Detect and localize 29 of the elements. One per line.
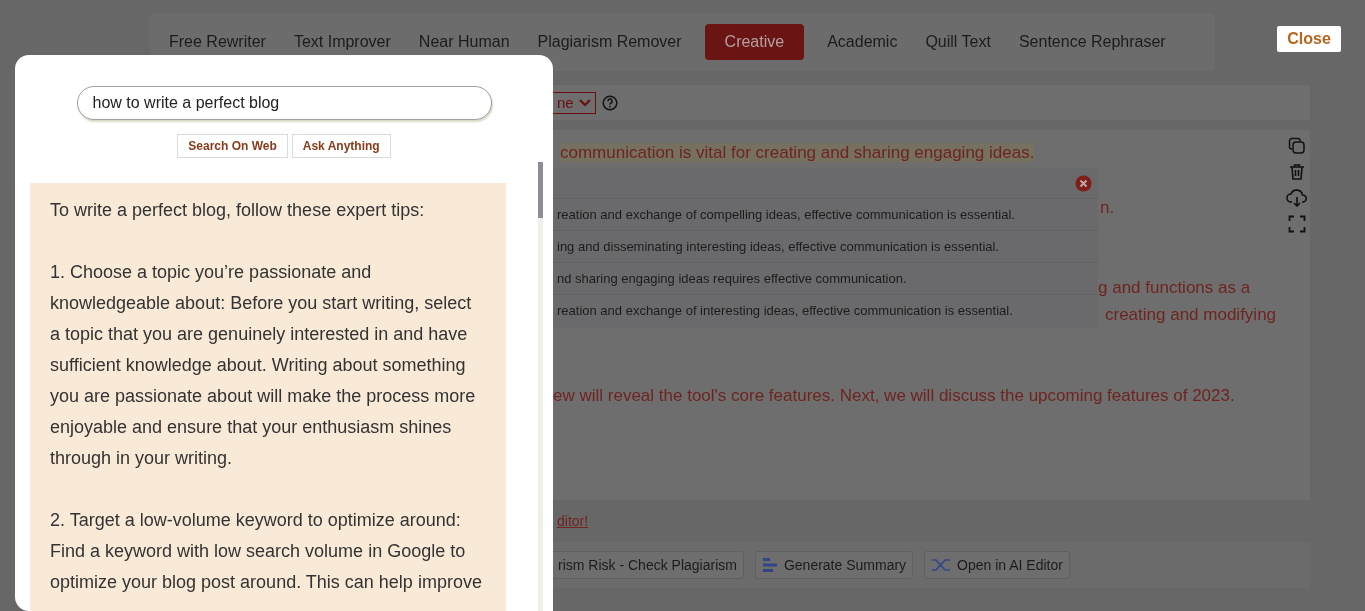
tab[interactable]: Sentence Rephraser bbox=[1007, 24, 1177, 60]
cloud-download-icon[interactable] bbox=[1286, 189, 1308, 207]
search-button[interactable]: Ask Anything bbox=[291, 134, 391, 158]
fullscreen-icon[interactable] bbox=[1288, 215, 1306, 233]
editor-text: creating and modifying bbox=[1105, 305, 1277, 324]
answer-paragraph: To write a perfect blog, follow these expert tips: bbox=[50, 199, 426, 222]
editor-text: g and functions as a bbox=[1098, 278, 1251, 297]
help-icon[interactable] bbox=[602, 94, 618, 111]
action-button[interactable]: Generate Summary bbox=[754, 551, 914, 579]
align-left-icon bbox=[761, 557, 778, 573]
scrollbar[interactable] bbox=[538, 162, 543, 611]
copy-icon[interactable] bbox=[1288, 137, 1306, 155]
answer-paragraph: 2. Target a low-volume keyword to optimize around: Find a keyword with low search volume in Google to optimize your blog post around. This can help improve bbox=[50, 509, 483, 594]
tab[interactable]: Plagiarism Remover bbox=[526, 24, 693, 60]
search-button[interactable]: Search On Web bbox=[177, 134, 288, 158]
tab[interactable]: Quill Text bbox=[914, 24, 1002, 60]
tab[interactable]: Creative bbox=[704, 24, 805, 60]
chevron-icon bbox=[579, 98, 591, 107]
close-icon[interactable] bbox=[1075, 174, 1092, 192]
trash-icon[interactable] bbox=[1288, 163, 1306, 181]
action-button[interactable]: Open in AI Editor bbox=[924, 551, 1070, 579]
editor-text: communication is vital for creating and sharing engaging ideas. bbox=[560, 143, 1035, 162]
editor-text: ew will reveal the tool's core features. Next, we will discuss the upcoming features of 2023. bbox=[553, 386, 1235, 405]
editor-text: n. bbox=[1100, 198, 1115, 217]
search-field[interactable]: how to write a perfect blog bbox=[76, 86, 492, 120]
close-button[interactable]: Close bbox=[1277, 26, 1341, 52]
editor-link[interactable]: ditor! bbox=[557, 513, 589, 529]
tab[interactable]: Academic bbox=[816, 24, 909, 60]
answer-paragraph: 1. Choose a topic you’re passionate and knowledgeable about: Before you start writing, select a topic that you are genuinely interested in and have sufficient knowledge about. Writing about something you are passionate about will make the process more enjoyable and ensure that your enthusiasm shines through in your writing. bbox=[50, 261, 477, 470]
